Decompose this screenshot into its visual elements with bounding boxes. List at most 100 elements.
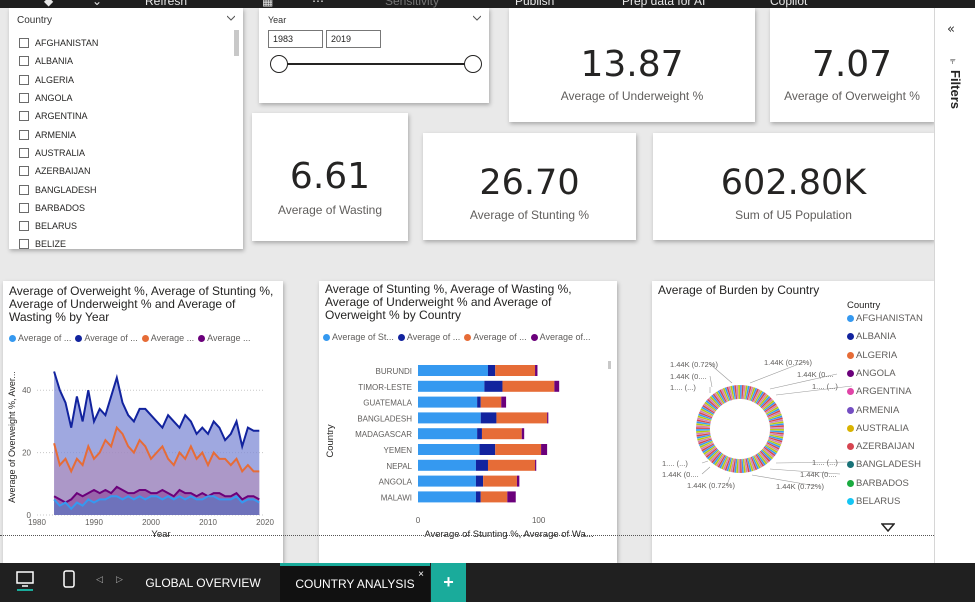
bar-segment[interactable] xyxy=(418,475,476,487)
legend-item[interactable]: ARGENTINA xyxy=(847,386,911,397)
bar-segment[interactable] xyxy=(501,396,507,408)
year-slider-track[interactable] xyxy=(278,63,474,65)
line-chart-plot[interactable]: 020401980 1990 2000 2010 2020YearAverage of … xyxy=(3,281,283,563)
checkbox[interactable] xyxy=(19,239,29,250)
checkbox[interactable] xyxy=(19,56,29,67)
bar-segment[interactable] xyxy=(547,412,549,424)
bar-chart-visual[interactable]: Average of Stunting %, Average of Wastin… xyxy=(319,281,617,563)
country-option[interactable]: BARBADOS xyxy=(19,199,224,217)
bar-segment[interactable] xyxy=(475,475,484,487)
country-option[interactable]: BELARUS xyxy=(19,217,224,235)
checkbox[interactable] xyxy=(19,166,29,177)
kpi-stunting[interactable]: 26.70 Average of Stunting % xyxy=(423,133,636,240)
bar-segment[interactable] xyxy=(554,380,560,392)
kpi-underweight[interactable]: 13.87 Average of Underweight % xyxy=(509,8,755,122)
close-tab-icon[interactable]: × xyxy=(418,569,424,580)
legend-item[interactable]: ARMENIA xyxy=(847,405,899,416)
checkbox[interactable] xyxy=(19,221,29,232)
slicer-scrollbar[interactable] xyxy=(234,30,239,56)
bar-segment[interactable] xyxy=(480,396,502,408)
checkbox[interactable] xyxy=(19,93,29,104)
kpi-wasting[interactable]: 6.61 Average of Wasting xyxy=(252,113,408,241)
copilot-button[interactable]: Copilot xyxy=(770,0,807,8)
prep-data-button[interactable]: Prep data for AI xyxy=(622,0,705,8)
filters-pane[interactable]: « ⫧ Filters xyxy=(934,8,975,563)
desktop-view-icon[interactable] xyxy=(14,569,36,591)
country-option[interactable]: AZERBAIJAN xyxy=(19,162,224,180)
ribbon-icon[interactable]: ◆ xyxy=(44,0,53,8)
country-option[interactable]: ARMENIA xyxy=(19,125,224,143)
bar-segment[interactable] xyxy=(487,459,536,471)
checkbox[interactable] xyxy=(19,111,29,122)
bar-scrollbar[interactable] xyxy=(608,361,611,369)
country-option[interactable]: AUSTRALIA xyxy=(19,144,224,162)
bar-segment[interactable] xyxy=(502,380,555,392)
donut-chart-plot[interactable]: 1.44K (0.72%) 1.44K (0.... 1.... (...) 1.44… xyxy=(652,281,852,563)
year-from-input[interactable]: 1983 xyxy=(268,30,323,48)
checkbox[interactable] xyxy=(19,129,29,140)
next-page-icon[interactable]: ▷ xyxy=(116,575,123,585)
country-option[interactable]: ALBANIA xyxy=(19,52,224,70)
kpi-overweight[interactable]: 7.07 Average of Overweight % xyxy=(770,8,934,122)
tab-country-analysis[interactable]: COUNTRY ANALYSIS × xyxy=(280,563,430,602)
checkbox[interactable] xyxy=(19,184,29,195)
checkbox[interactable] xyxy=(19,38,29,49)
ribbon-chevron-icon[interactable]: ⌄ xyxy=(92,0,102,8)
bar-segment[interactable] xyxy=(535,365,538,376)
donut-chart-visual[interactable]: Average of Burden by Country 1.44K (0.72… xyxy=(652,281,934,563)
bar-segment[interactable] xyxy=(495,444,542,455)
year-slicer[interactable]: Year 1983 2019 xyxy=(259,8,489,103)
line-chart-visual[interactable]: Average of Overweight %, Average of Stun… xyxy=(3,281,283,563)
legend-item[interactable]: AUSTRALIA xyxy=(847,423,909,434)
checkbox[interactable] xyxy=(19,147,29,158)
year-slider-start-handle[interactable] xyxy=(270,55,288,73)
bar-segment[interactable] xyxy=(418,365,488,376)
collapse-filters-icon[interactable]: « xyxy=(947,22,955,37)
country-option[interactable]: ARGENTINA xyxy=(19,107,224,125)
bar-segment[interactable] xyxy=(475,491,481,503)
legend-item[interactable]: AZERBAIJAN xyxy=(847,441,915,452)
country-option[interactable]: BELIZE xyxy=(19,235,224,253)
bar-segment[interactable] xyxy=(479,444,496,455)
bar-segment[interactable] xyxy=(496,412,548,424)
new-visual-icon[interactable]: ▦ xyxy=(262,0,273,8)
bar-chart-plot[interactable]: BURUNDI TIMOR-LESTE GUATEMALA BANGLADESH MAD… xyxy=(319,281,617,563)
country-option[interactable]: ALGERIA xyxy=(19,71,224,89)
legend-item[interactable]: ALGERIA xyxy=(847,350,897,361)
year-slider-end-handle[interactable] xyxy=(464,55,482,73)
year-to-input[interactable]: 2019 xyxy=(326,30,381,48)
kpi-population[interactable]: 602.80K Sum of U5 Population xyxy=(653,133,934,240)
bar-segment[interactable] xyxy=(418,459,476,471)
bar-segment[interactable] xyxy=(483,475,517,487)
bar-segment[interactable] xyxy=(418,491,476,503)
country-slicer[interactable]: Country AFGHANISTAN ALBANIA ALGERIA ANGOLA A… xyxy=(9,8,243,250)
bar-segment[interactable] xyxy=(484,380,503,392)
bar-segment[interactable] xyxy=(481,428,522,440)
legend-item[interactable]: ANGOLA xyxy=(847,368,896,379)
prev-page-icon[interactable]: ◁ xyxy=(96,575,103,585)
bar-segment[interactable] xyxy=(541,444,548,455)
refresh-button[interactable]: Refresh xyxy=(145,0,187,8)
bar-segment[interactable] xyxy=(418,444,480,455)
checkbox[interactable] xyxy=(19,202,29,213)
country-option[interactable]: ANGOLA xyxy=(19,89,224,107)
bar-segment[interactable] xyxy=(480,412,497,424)
bar-segment[interactable] xyxy=(418,428,478,440)
sensitivity-button[interactable]: Sensitivity xyxy=(385,0,439,8)
bar-segment[interactable] xyxy=(475,459,488,471)
bar-segment[interactable] xyxy=(418,412,481,424)
chevron-down-icon[interactable] xyxy=(473,14,481,22)
legend-scroll-down-icon[interactable] xyxy=(881,523,895,533)
bar-segment[interactable] xyxy=(516,475,520,487)
bar-segment[interactable] xyxy=(418,396,478,408)
bar-segment[interactable] xyxy=(418,380,485,392)
tab-global-overview[interactable]: GLOBAL OVERVIEW xyxy=(138,563,268,602)
bar-segment[interactable] xyxy=(477,428,482,440)
bar-segment[interactable] xyxy=(495,365,536,376)
bar-segment[interactable] xyxy=(521,428,525,440)
more-icon[interactable]: ⋯ xyxy=(312,0,324,8)
bar-segment[interactable] xyxy=(480,491,508,503)
country-option[interactable]: AFGHANISTAN xyxy=(19,34,224,52)
mobile-view-icon[interactable] xyxy=(58,569,80,591)
legend-item[interactable]: ALBANIA xyxy=(847,331,896,342)
